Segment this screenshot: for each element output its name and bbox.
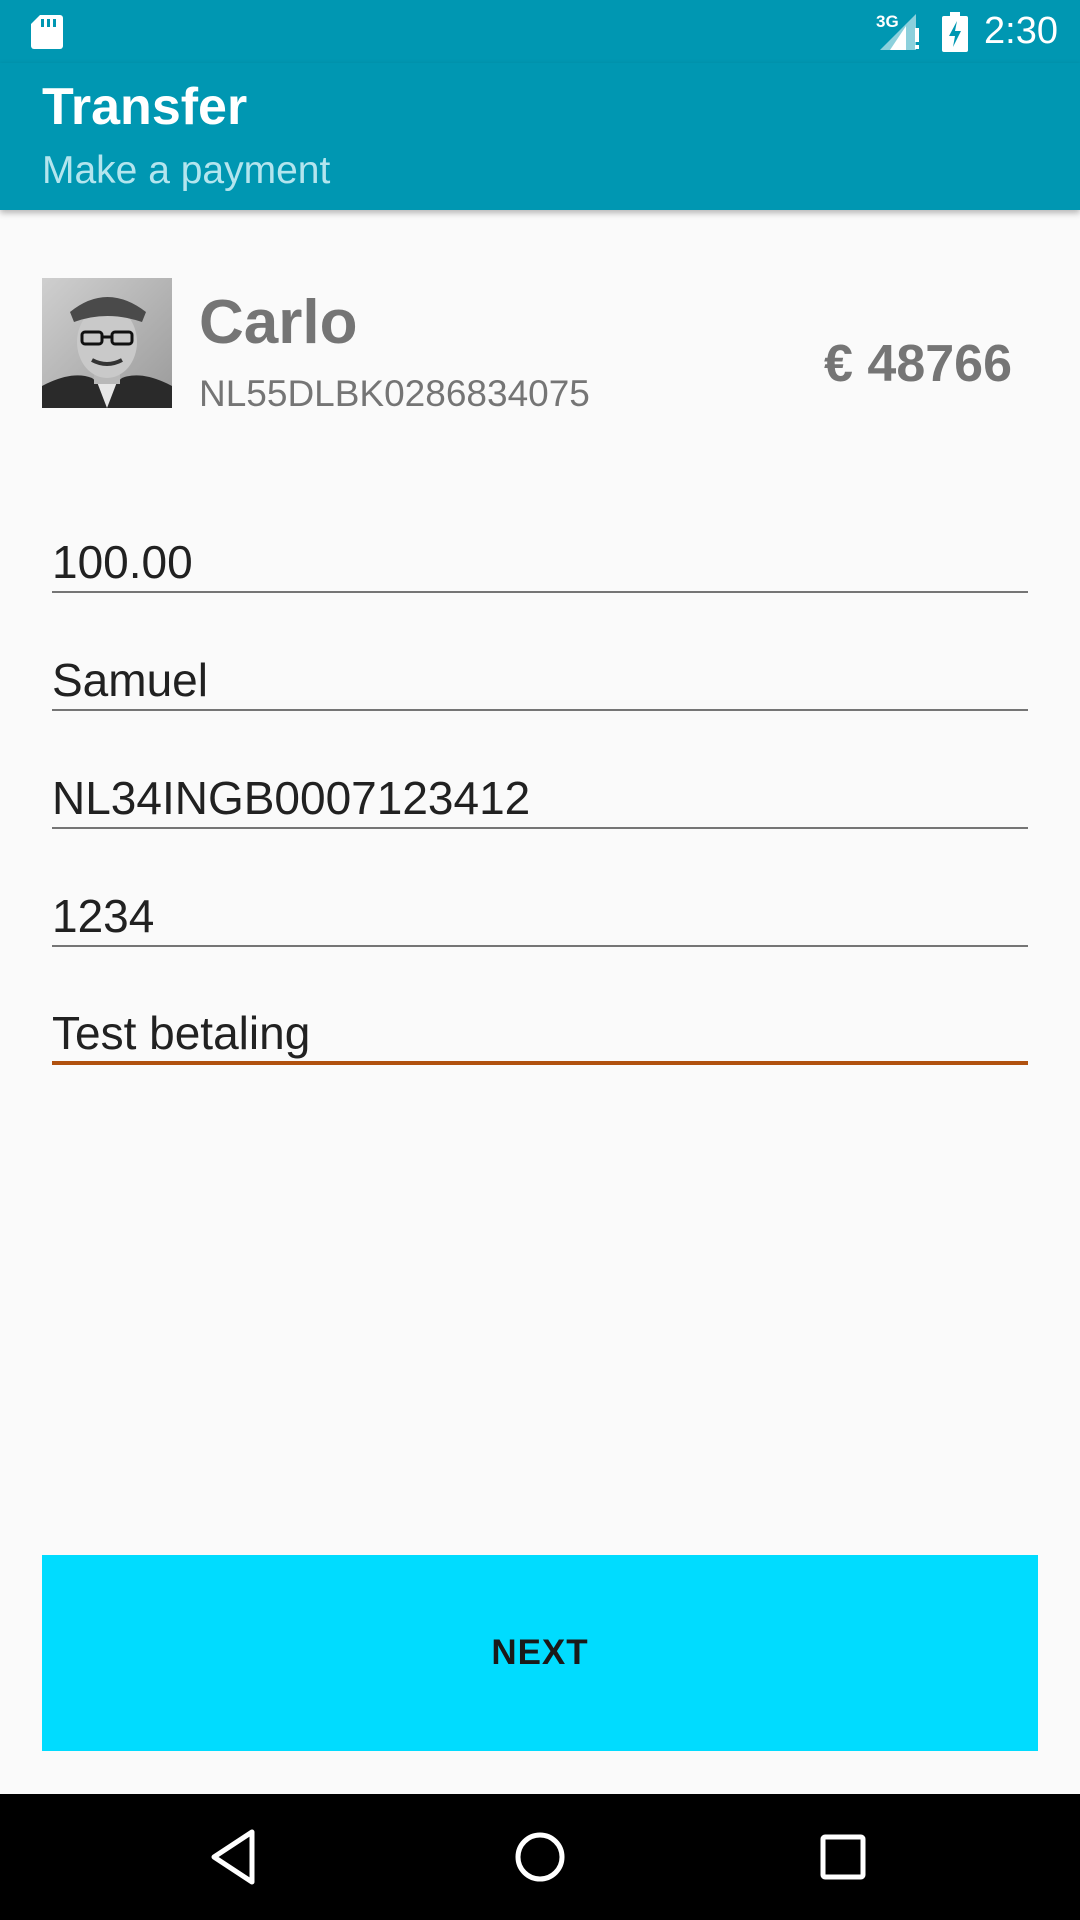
avatar-photo: [42, 278, 172, 408]
avatar: [42, 278, 172, 408]
network-type-label: 3G: [876, 12, 899, 31]
account-balance: € 48766: [824, 335, 1012, 393]
sd-card-icon: [31, 15, 63, 49]
status-clock: 2:30: [984, 10, 1058, 52]
battery-charging-icon: [942, 12, 968, 52]
code-field[interactable]: [52, 887, 1028, 947]
account-holder-name: Carlo: [199, 288, 358, 357]
page-subtitle: Make a payment: [42, 149, 331, 192]
amount-field[interactable]: [52, 533, 1028, 593]
next-button[interactable]: NEXT: [42, 1555, 1038, 1751]
home-icon[interactable]: [507, 1824, 573, 1890]
navigation-bar: [0, 1794, 1080, 1920]
account-iban: NL55DLBK0286834075: [199, 373, 590, 414]
page-title: Transfer: [42, 78, 248, 136]
recipient-name-field[interactable]: [52, 651, 1028, 711]
app-bar: Transfer Make a payment: [0, 63, 1080, 210]
back-icon[interactable]: [202, 1824, 268, 1890]
recipient-iban-field[interactable]: [52, 769, 1028, 829]
transfer-screen: 3G 2:30 Transfer Make a payment Carlo NL…: [0, 0, 1080, 1920]
recents-icon[interactable]: [810, 1824, 876, 1890]
description-field[interactable]: [52, 1005, 1028, 1065]
status-bar: 3G 2:30: [0, 0, 1080, 63]
